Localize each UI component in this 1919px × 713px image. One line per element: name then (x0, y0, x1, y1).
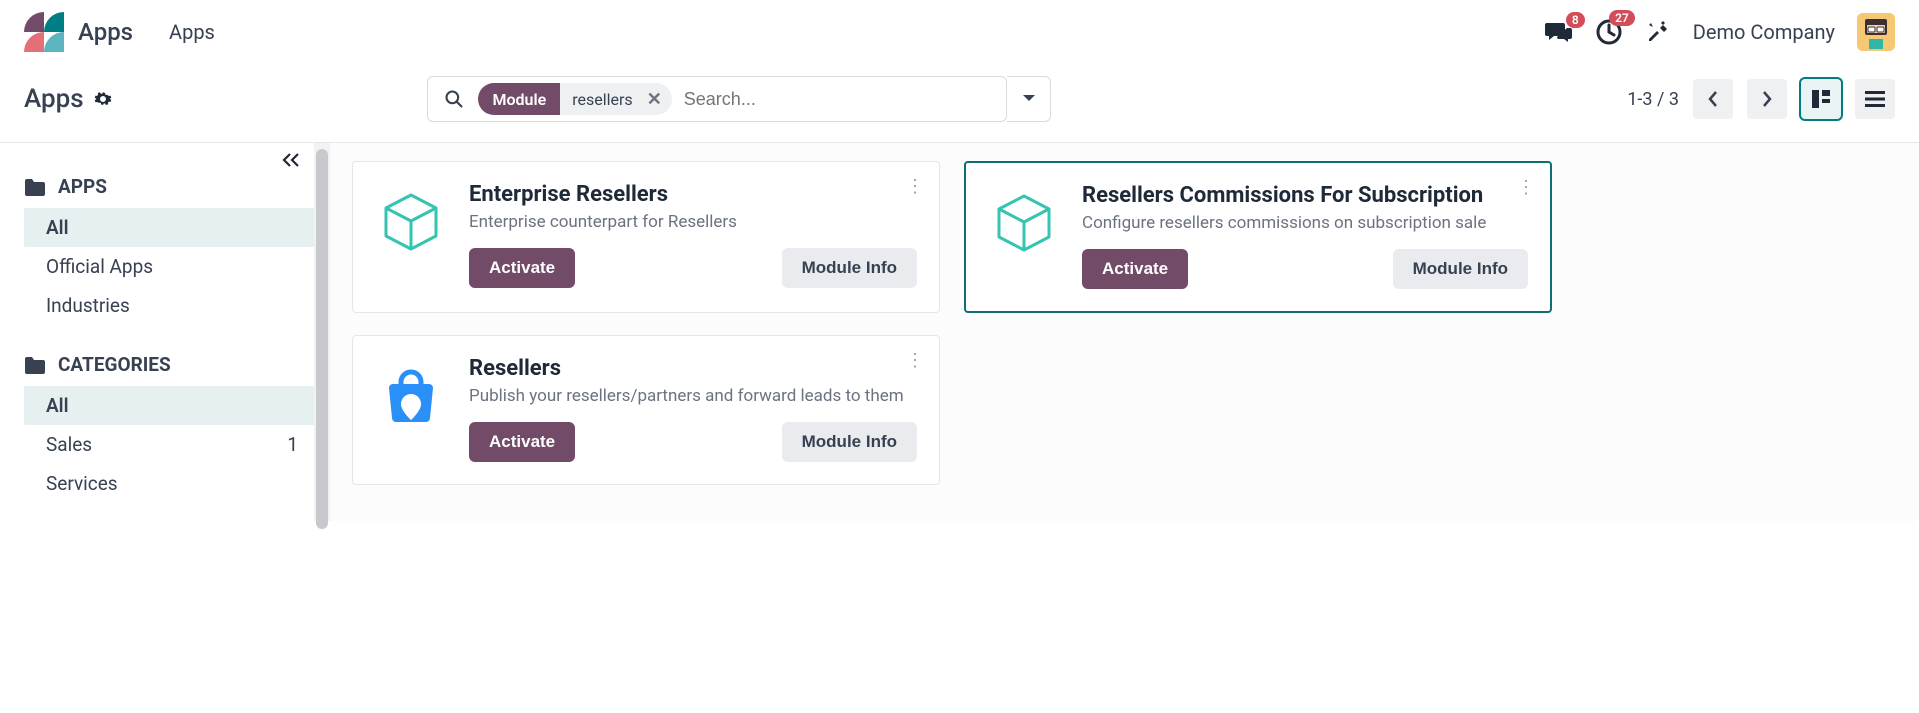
app-switcher[interactable]: Apps (24, 12, 133, 52)
sidebar-item-label: Official Apps (46, 255, 153, 278)
search-box[interactable]: Module resellers ✕ (427, 76, 1007, 122)
sidebar-apps-item[interactable]: Official Apps (24, 247, 320, 286)
chevron-right-icon (1761, 90, 1773, 108)
module-card[interactable]: ⋮Enterprise Resellers Enterprise counterp… (352, 161, 940, 313)
messages-button[interactable]: 8 (1545, 20, 1573, 44)
top-navbar: Apps Apps 8 27 Demo Company (0, 0, 1919, 64)
company-switcher[interactable]: Demo Company (1693, 20, 1835, 44)
debug-button[interactable] (1645, 19, 1671, 45)
sidebar-item-label: All (46, 394, 69, 417)
chevron-double-left-icon (282, 153, 300, 167)
activities-button[interactable]: 27 (1595, 18, 1623, 46)
list-icon (1865, 91, 1885, 107)
module-title: Resellers Commissions For Subscription (1082, 183, 1528, 208)
sidebar-item-label: Services (46, 472, 118, 495)
module-description: Publish your resellers/partners and forw… (469, 385, 917, 408)
caret-down-icon (1022, 94, 1036, 104)
sidebar-item-count: 1 (287, 433, 298, 456)
module-info-button[interactable]: Module Info (782, 248, 917, 288)
sidebar-item-label: Industries (46, 294, 130, 317)
breadcrumb-title: Apps (24, 84, 84, 114)
card-menu-button[interactable]: ⋮ (906, 176, 925, 197)
module-description: Configure resellers commissions on subsc… (1082, 212, 1528, 235)
sidebar-apps-item[interactable]: Industries (24, 286, 320, 325)
sidebar-item-label: Sales (46, 433, 92, 456)
module-description: Enterprise counterpart for Resellers (469, 211, 917, 234)
sidebar-scrollbar[interactable] (314, 143, 330, 521)
activate-button[interactable]: Activate (1082, 249, 1188, 289)
avatar-icon (1857, 13, 1895, 51)
breadcrumb: Apps (24, 84, 112, 114)
sidebar-section-apps: APPS (24, 175, 320, 198)
sidebar-item-label: All (46, 216, 69, 239)
view-kanban[interactable] (1801, 79, 1841, 119)
search-icon (428, 89, 478, 109)
folder-icon (24, 356, 46, 374)
search-facet-chip: Module resellers ✕ (478, 83, 671, 115)
module-icon (375, 186, 447, 258)
module-info-button[interactable]: Module Info (782, 422, 917, 462)
menu-apps[interactable]: Apps (161, 14, 223, 50)
sidebar-categories-item[interactable]: All (24, 386, 320, 425)
folder-icon (24, 178, 46, 196)
pager-next[interactable] (1747, 79, 1787, 119)
card-menu-button[interactable]: ⋮ (906, 350, 925, 371)
facet-remove[interactable]: ✕ (643, 89, 672, 110)
content-area: ⋮Enterprise ResellersEnterprise counterp… (330, 143, 1919, 521)
sidebar-categories-item[interactable]: Services (24, 464, 320, 503)
messages-badge: 8 (1566, 12, 1585, 28)
sidebar-categories-item[interactable]: Sales 1 (24, 425, 320, 464)
tools-icon (1645, 19, 1671, 45)
module-card[interactable]: ⋮Resellers Publish your resellers/partner… (352, 335, 940, 485)
activate-button[interactable]: Activate (469, 248, 575, 288)
activities-badge: 27 (1609, 10, 1635, 26)
facet-value: resellers (560, 90, 642, 109)
logo-icon (24, 12, 64, 52)
card-menu-button[interactable]: ⋮ (1517, 177, 1536, 198)
module-title: Resellers (469, 356, 917, 381)
sidebar-collapse[interactable] (282, 153, 300, 167)
facet-label: Module (478, 83, 560, 115)
module-icon (375, 360, 447, 432)
module-card[interactable]: ⋮Resellers Commissions For Subscription C… (964, 161, 1552, 313)
user-avatar[interactable] (1857, 13, 1895, 51)
module-info-button[interactable]: Module Info (1393, 249, 1528, 289)
gear-icon[interactable] (94, 90, 112, 108)
control-panel: Apps Module resellers ✕ 1-3 / 3 (0, 64, 1919, 142)
pager-prev[interactable] (1693, 79, 1733, 119)
chevron-left-icon (1707, 90, 1719, 108)
sidebar-apps-item[interactable]: All (24, 208, 320, 247)
sidebar: APPS All Official Apps Industries CATEGORI… (0, 143, 330, 521)
search-input[interactable] (672, 89, 1007, 110)
kanban-icon (1811, 89, 1831, 109)
activate-button[interactable]: Activate (469, 422, 575, 462)
search-options-toggle[interactable] (1007, 76, 1051, 122)
pager-text[interactable]: 1-3 / 3 (1627, 89, 1679, 110)
view-list[interactable] (1855, 79, 1895, 119)
sidebar-section-categories: CATEGORIES (24, 353, 320, 376)
module-icon (988, 187, 1060, 259)
app-title: Apps (78, 18, 133, 46)
module-title: Enterprise Resellers (469, 182, 917, 207)
